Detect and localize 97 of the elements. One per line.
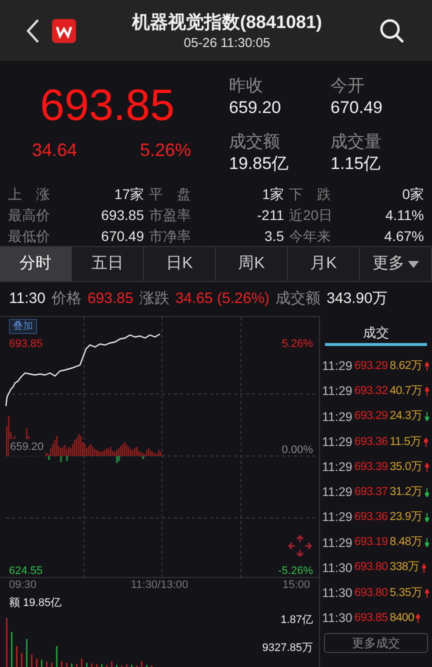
axis-label: 9327.85万 xyxy=(262,641,313,656)
trade-time: 11:29 xyxy=(322,358,352,376)
trade-volume: 5.35万 xyxy=(390,586,423,601)
field-label: 昨收 xyxy=(229,75,264,97)
trade-price: 693.32 xyxy=(354,384,388,400)
trade-volume: 23.9万 xyxy=(390,510,423,526)
stat-value: 3.5 xyxy=(264,227,284,246)
field-value: 659.20 xyxy=(229,97,282,119)
trade-time: 11:29 xyxy=(322,434,352,451)
trade-time: 11:29 xyxy=(322,458,352,476)
trade-time: 11:29 xyxy=(322,383,352,400)
info-label: 成交额 xyxy=(276,288,321,309)
chart-tab[interactable]: 周K xyxy=(216,247,288,281)
trade-volume: 31.2万 xyxy=(390,484,423,500)
field-label: 今开 xyxy=(330,75,366,97)
stat-label: 市盈率 xyxy=(149,206,191,225)
field-label: 成交量 xyxy=(330,131,382,153)
time-label: 11:30/13:00 xyxy=(130,578,188,594)
info-value: 34.65 (5.26%) xyxy=(175,288,270,309)
page-title: 机器视觉指数(8841081) xyxy=(132,10,322,34)
price-change: 34.64 xyxy=(32,139,78,162)
stat-label: 近20日 xyxy=(289,206,333,225)
trade-price: 693.19 xyxy=(354,535,388,550)
field-value: 19.85亿 xyxy=(229,153,290,175)
field-value: 670.49 xyxy=(330,97,384,119)
axis-label: 5.26% xyxy=(282,337,313,352)
volume-total: 额 19.85亿 xyxy=(9,596,62,611)
field-value: 1.15亿 xyxy=(330,153,382,175)
stat-label: 最高价 xyxy=(8,206,50,225)
stat-label: 今年来 xyxy=(289,227,331,246)
time-label: 09:30 xyxy=(9,578,37,594)
info-value: 343.90万 xyxy=(326,288,388,309)
stat-value: 693.85 xyxy=(101,206,144,225)
trades-tab[interactable]: 成交 xyxy=(325,322,427,346)
stat-label: 上 涨 xyxy=(8,185,50,204)
chart-tab[interactable]: 月K xyxy=(288,247,360,281)
stat-value: -211 xyxy=(257,206,284,225)
trade-volume: 338万 xyxy=(390,560,420,576)
stat-value: 0家 xyxy=(402,185,424,204)
chart-tab[interactable]: 五日 xyxy=(72,247,144,281)
stat-value: 670.49 xyxy=(101,227,144,246)
chart-tab[interactable]: 分时 xyxy=(0,247,72,281)
info-label: 价格 xyxy=(51,288,82,309)
trade-time: 11:30 xyxy=(322,610,352,628)
trade-price: 693.85 xyxy=(354,610,388,626)
trade-price: 693.29 xyxy=(354,409,388,424)
more-trades-button[interactable]: 更多成交 xyxy=(324,633,428,654)
trade-volume: 8400 xyxy=(390,610,414,626)
trade-price: 693.39 xyxy=(354,460,388,475)
axis-label: 624.55 xyxy=(9,564,43,579)
trade-time: 11:29 xyxy=(322,484,352,502)
trade-volume: 11.5万 xyxy=(390,434,422,450)
overlay-button[interactable]: 叠加 xyxy=(9,319,37,334)
trade-price: 693.80 xyxy=(354,560,388,576)
trade-price: 693.80 xyxy=(354,586,388,601)
info-value: 693.85 xyxy=(87,288,134,309)
stat-value: 4.67% xyxy=(384,227,424,246)
trade-time: 11:30 xyxy=(322,560,352,577)
trade-volume: 8.62万 xyxy=(390,358,423,374)
stat-value: 4.11% xyxy=(385,206,424,225)
trade-volume: 40.7万 xyxy=(390,384,423,400)
trade-volume: 35.0万 xyxy=(390,460,423,475)
axis-label: 1.87亿 xyxy=(280,613,313,628)
search-icon xyxy=(379,18,405,44)
search-button[interactable] xyxy=(378,16,406,44)
change-percent: 5.26% xyxy=(140,139,191,162)
axis-label: -5.26% xyxy=(278,564,313,579)
trade-price: 693.36 xyxy=(354,510,388,526)
trade-price: 693.29 xyxy=(354,358,388,374)
trade-time: 11:29 xyxy=(322,408,352,426)
move-icon xyxy=(288,535,312,557)
stat-label: 平 盘 xyxy=(149,185,191,204)
trade-price: 693.36 xyxy=(354,434,388,450)
current-price: 693.85 xyxy=(39,81,176,131)
chart-tab[interactable]: 日K xyxy=(144,247,216,281)
trade-price: 693.37 xyxy=(354,484,388,500)
update-time: 05-26 11:30:05 xyxy=(184,34,270,52)
time-label: 15:00 xyxy=(282,578,310,594)
info-time: 11:30 xyxy=(9,288,46,309)
stat-value: 17家 xyxy=(114,185,144,204)
trade-time: 11:29 xyxy=(322,534,352,552)
axis-label: 0.00% xyxy=(282,443,313,458)
trade-time: 11:30 xyxy=(322,584,352,602)
logo-icon xyxy=(52,18,76,42)
chart-tab[interactable]: 更多 xyxy=(360,247,432,281)
axis-label: 693.85 xyxy=(9,337,43,352)
stat-label: 下 跌 xyxy=(289,185,331,204)
back-icon xyxy=(26,18,40,44)
axis-label: 659.20 xyxy=(9,439,45,456)
trade-time: 11:29 xyxy=(322,509,352,526)
stat-label: 市净率 xyxy=(149,227,191,246)
trade-volume: 8.48万 xyxy=(390,535,423,550)
stat-label: 最低价 xyxy=(8,227,50,246)
stat-value: 1家 xyxy=(262,185,284,204)
trade-volume: 24.3万 xyxy=(390,409,423,424)
field-label: 成交额 xyxy=(229,131,281,153)
info-label: 涨跌 xyxy=(139,288,170,309)
